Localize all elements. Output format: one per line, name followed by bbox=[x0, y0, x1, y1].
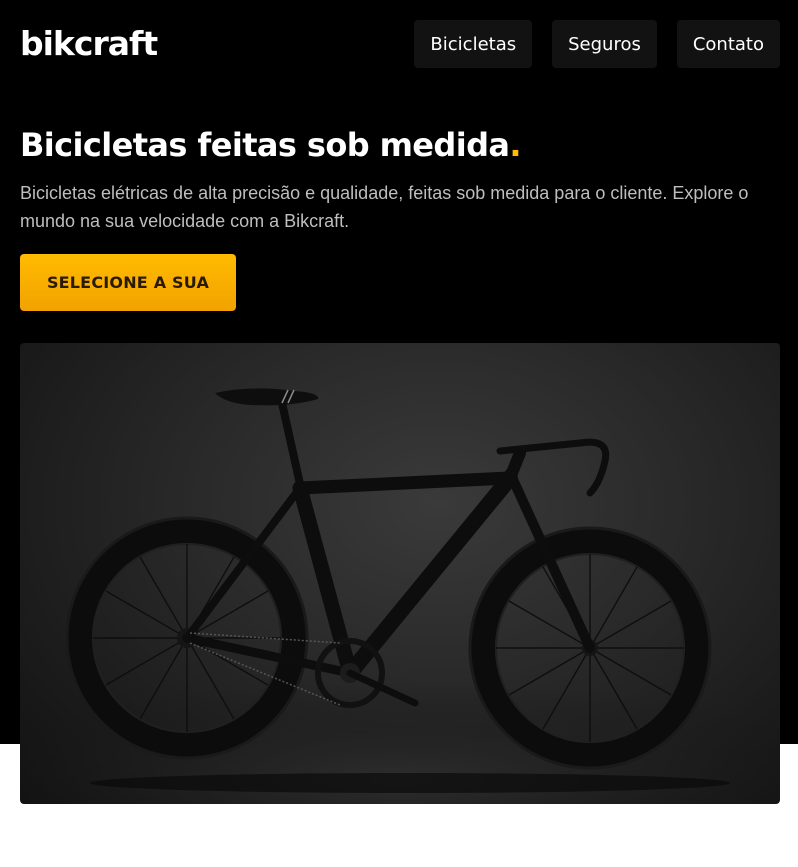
bike-illustration bbox=[20, 388, 780, 804]
hero-bike-image bbox=[20, 343, 780, 804]
nav-item-bicicletas[interactable]: Bicicletas bbox=[414, 20, 533, 68]
nav-item-contato[interactable]: Contato bbox=[676, 20, 780, 68]
bikcraft-logo[interactable]: bikcraft bbox=[20, 24, 158, 64]
select-bike-button[interactable]: SELECIONE A SUA bbox=[20, 254, 236, 311]
main-nav: Bicicletas Seguros Contato bbox=[414, 20, 780, 68]
bike-saddle bbox=[215, 388, 319, 406]
hero-title: Bicicletas feitas sob medida. bbox=[20, 124, 522, 166]
hero-description: Bicicletas elétricas de alta precisão e … bbox=[20, 183, 749, 231]
nav-item-seguros[interactable]: Seguros bbox=[552, 20, 657, 68]
hero-title-text: Bicicletas feitas sob medida bbox=[20, 126, 510, 164]
hero-title-accent-dot: . bbox=[509, 126, 521, 164]
site-header: bikcraft Bicicletas Seguros Contato bbox=[0, 0, 798, 88]
